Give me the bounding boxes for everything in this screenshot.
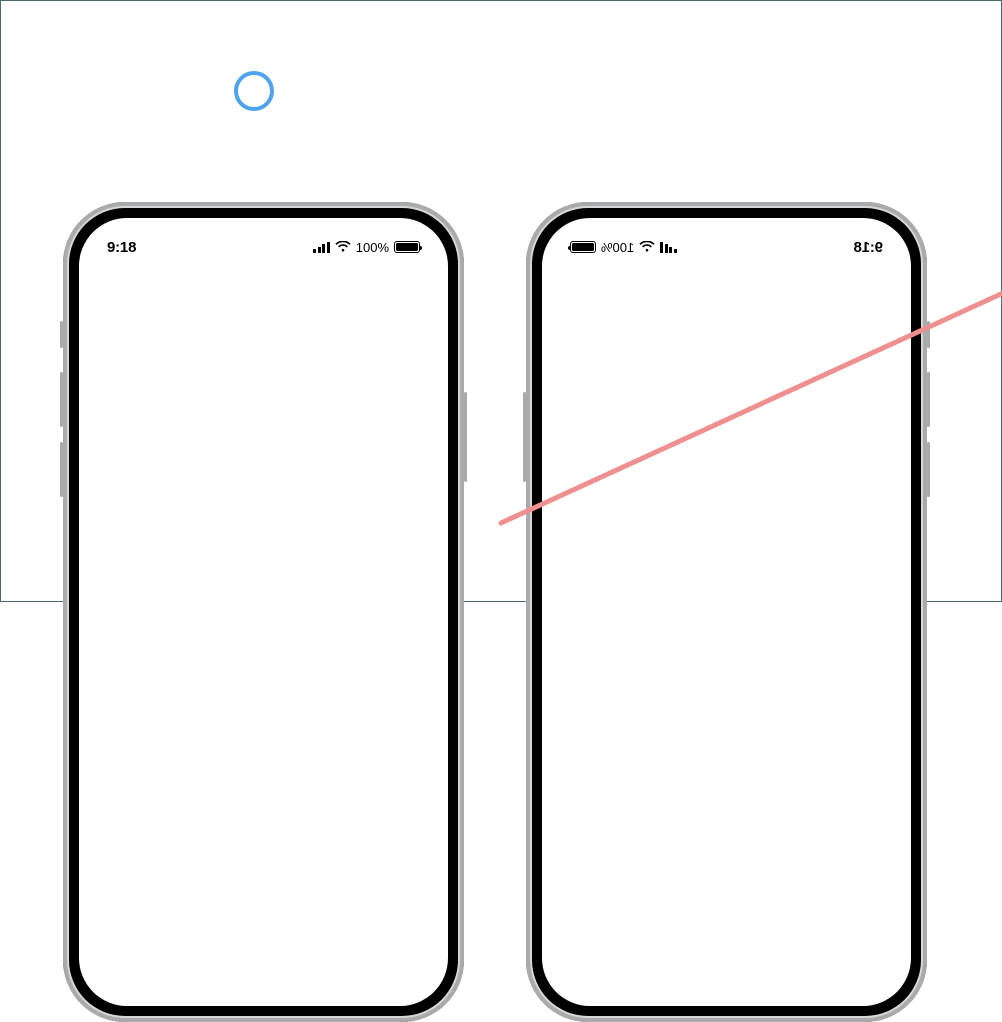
battery-full-icon (570, 241, 596, 253)
cellular-signal-icon (660, 242, 677, 253)
phone-screen: 9:18 100% (79, 218, 448, 1006)
status-time: 9:18 (854, 239, 883, 256)
volume-up-button (927, 372, 930, 427)
wifi-icon (335, 241, 351, 253)
cellular-signal-icon (313, 242, 330, 253)
phone-mockup-mirrored: 9:18 100% (526, 202, 927, 1022)
callout-ring (234, 71, 274, 111)
battery-percent-label: 100% (601, 240, 634, 255)
phone-mockup-normal: 9:18 100% (63, 202, 464, 1022)
status-bar: 9:18 100% (79, 218, 448, 262)
status-bar: 9:18 100% (542, 218, 911, 262)
mute-switch (927, 321, 930, 348)
status-time: 9:18 (107, 239, 136, 256)
wifi-icon (639, 241, 655, 253)
battery-full-icon (394, 241, 420, 253)
volume-down-button (927, 442, 930, 497)
status-icons: 100% (570, 240, 677, 255)
phone-screen: 9:18 100% (542, 218, 911, 1006)
battery-percent-label: 100% (356, 240, 389, 255)
status-icons: 100% (313, 240, 420, 255)
power-button (464, 392, 467, 482)
